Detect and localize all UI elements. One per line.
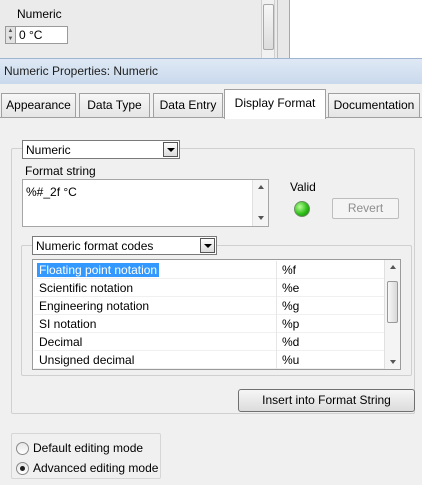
code-value[interactable]: %f (282, 263, 296, 277)
list-item[interactable]: Unsigned decimal %u (34, 351, 384, 369)
format-string-label: Format string (25, 164, 96, 178)
scroll-down-icon[interactable] (258, 216, 264, 220)
tab-display-format[interactable]: Display Format (224, 89, 326, 119)
column-divider (276, 297, 277, 315)
tab-appearance[interactable]: Appearance (1, 93, 76, 118)
code-value[interactable]: %g (282, 299, 299, 313)
format-codes-value: Numeric format codes (36, 239, 154, 253)
insert-into-format-string-button[interactable]: Insert into Format String (238, 389, 415, 412)
list-item[interactable]: Floating point notation %f (34, 261, 384, 279)
scroll-thumb[interactable] (387, 281, 398, 323)
format-string-value[interactable]: %#_2f °C (26, 185, 77, 199)
format-type-value: Numeric (26, 143, 71, 157)
increment-decrement-icon[interactable]: ▲ ▼ (6, 27, 16, 43)
column-divider (276, 351, 277, 369)
numeric-control-value[interactable]: 0 °C (19, 28, 42, 42)
scroll-up-icon[interactable] (258, 185, 264, 189)
format-type-select[interactable]: Numeric (22, 140, 180, 159)
format-codes-list[interactable]: Floating point notation %f Scientific no… (32, 259, 401, 370)
column-divider (276, 279, 277, 297)
scroll-down-icon[interactable] (390, 360, 396, 364)
list-item[interactable]: Engineering notation %g (34, 297, 384, 315)
list-item[interactable]: SI notation %p (34, 315, 384, 333)
default-editing-mode-radio[interactable] (16, 442, 29, 455)
code-name[interactable]: SI notation (39, 317, 96, 331)
advanced-editing-mode-label[interactable]: Advanced editing mode (33, 461, 158, 475)
column-divider (276, 315, 277, 333)
code-value[interactable]: %e (282, 281, 299, 295)
dialog-title: Numeric Properties: Numeric (4, 64, 159, 78)
default-editing-mode-label[interactable]: Default editing mode (33, 441, 143, 455)
tab-data-entry[interactable]: Data Entry (153, 93, 223, 118)
code-value[interactable]: %p (282, 317, 299, 331)
block-diagram-pane (289, 0, 422, 58)
revert-button[interactable]: Revert (332, 198, 399, 219)
numeric-control[interactable]: ▲ ▼ 0 °C (5, 26, 68, 44)
format-codes-scrollbar[interactable] (384, 260, 400, 369)
list-item[interactable]: Scientific notation %e (34, 279, 384, 297)
numeric-control-label: Numeric (17, 7, 62, 21)
code-value[interactable]: %d (282, 335, 299, 349)
code-name[interactable]: Decimal (39, 335, 82, 349)
code-name[interactable]: Unsigned decimal (39, 353, 134, 367)
chevron-down-icon[interactable] (163, 142, 178, 157)
list-item[interactable]: Decimal %d (34, 333, 384, 351)
format-string-scrollbar[interactable] (252, 180, 268, 226)
code-value[interactable]: %u (282, 353, 299, 367)
tab-data-type[interactable]: Data Type (79, 93, 150, 118)
code-name[interactable]: Scientific notation (39, 281, 133, 295)
chevron-down-icon[interactable] (200, 238, 215, 253)
front-panel-scrollbar[interactable] (261, 0, 275, 58)
format-codes-select[interactable]: Numeric format codes (32, 236, 217, 255)
scroll-up-icon[interactable] (390, 265, 396, 269)
scroll-thumb[interactable] (263, 4, 274, 50)
code-name[interactable]: Floating point notation (37, 263, 160, 277)
valid-label: Valid (290, 180, 316, 194)
code-name[interactable]: Engineering notation (39, 299, 149, 313)
column-divider (276, 261, 277, 279)
tab-documentation[interactable]: Documentation (328, 93, 420, 118)
column-divider (276, 333, 277, 351)
advanced-editing-mode-radio[interactable] (16, 462, 29, 475)
valid-indicator-icon (294, 201, 310, 217)
